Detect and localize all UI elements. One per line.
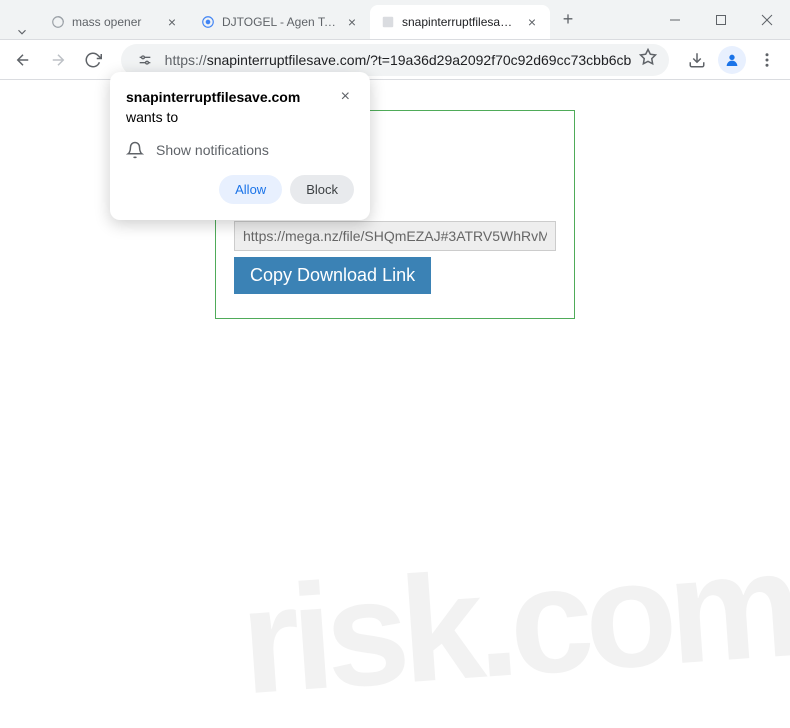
minimize-button[interactable] [652, 0, 698, 40]
watermark: risk.com® [235, 515, 790, 728]
minimize-icon [669, 14, 681, 26]
notification-close-button[interactable]: × [337, 88, 354, 106]
window-controls [652, 0, 790, 39]
allow-button[interactable]: Allow [219, 175, 282, 204]
forward-button[interactable] [43, 44, 74, 76]
maximize-button[interactable] [698, 0, 744, 40]
arrow-right-icon [49, 51, 67, 69]
close-window-button[interactable] [744, 0, 790, 40]
url-text: https://snapinterruptfilesave.com/?t=19a… [165, 52, 632, 68]
back-button[interactable] [8, 44, 39, 76]
close-icon[interactable]: × [524, 14, 540, 30]
download-icon [688, 51, 706, 69]
maximize-icon [715, 14, 727, 26]
tab-title: DJTOGEL - Agen Togel Online [222, 15, 338, 29]
person-icon [724, 52, 740, 68]
bell-icon [126, 141, 144, 159]
close-icon[interactable]: × [344, 14, 360, 30]
titlebar: mass opener × DJTOGEL - Agen Togel Onlin… [0, 0, 790, 40]
search-tabs-button[interactable] [8, 25, 36, 39]
downloads-button[interactable] [681, 44, 712, 76]
tab-djtogel[interactable]: DJTOGEL - Agen Togel Online × [190, 5, 370, 39]
tune-icon [137, 52, 153, 68]
tab-title: mass opener [72, 15, 158, 29]
site-info-button[interactable] [133, 48, 157, 72]
arrow-left-icon [14, 51, 32, 69]
tab-snapinterrupt[interactable]: snapinterruptfilesave.com/?t= × [370, 5, 550, 39]
menu-button[interactable] [751, 44, 782, 76]
reload-icon [84, 51, 102, 69]
download-url-input[interactable] [234, 221, 556, 251]
kebab-icon [758, 51, 776, 69]
tab-strip: mass opener × DJTOGEL - Agen Togel Onlin… [0, 0, 652, 39]
tab-title: snapinterruptfilesave.com/?t= [402, 15, 518, 29]
star-icon [639, 48, 657, 66]
avatar [718, 46, 746, 74]
notification-body: Show notifications [126, 141, 354, 159]
profile-button[interactable] [716, 44, 747, 76]
chevron-down-icon [15, 25, 29, 39]
address-bar[interactable]: https://snapinterruptfilesave.com/?t=19a… [121, 44, 670, 76]
new-tab-button[interactable]: + [554, 6, 582, 34]
tab-favicon-icon [200, 14, 216, 30]
tab-favicon-icon [50, 14, 66, 30]
notification-permission-popup: snapinterruptfilesave.com wants to × Sho… [110, 72, 370, 220]
close-icon[interactable]: × [164, 14, 180, 30]
notification-title: snapinterruptfilesave.com wants to [126, 88, 337, 127]
close-icon [761, 14, 773, 26]
copy-download-link-button[interactable]: Copy Download Link [234, 257, 431, 294]
block-button[interactable]: Block [290, 175, 354, 204]
tab-mass-opener[interactable]: mass opener × [40, 5, 190, 39]
bookmark-button[interactable] [639, 48, 657, 71]
reload-button[interactable] [78, 44, 109, 76]
tab-favicon-icon [380, 14, 396, 30]
